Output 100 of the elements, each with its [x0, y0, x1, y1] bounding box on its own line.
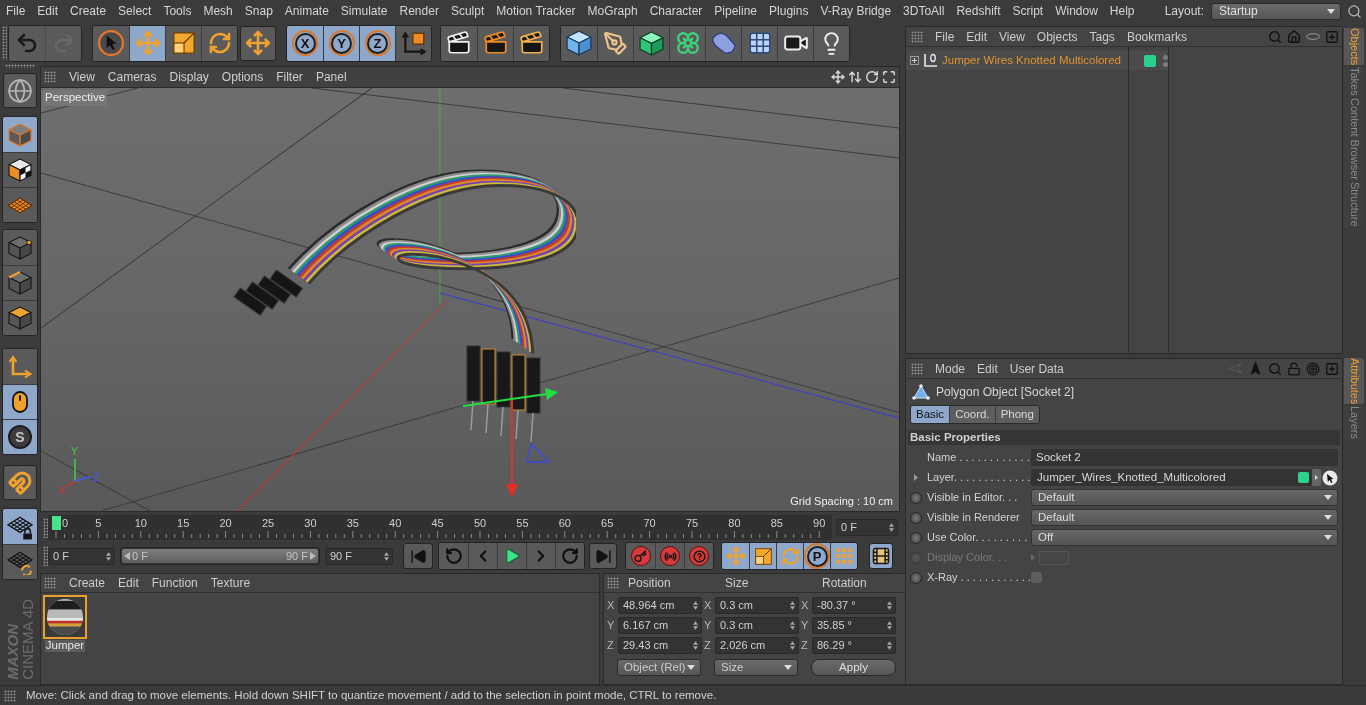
key-scale-button[interactable] — [749, 543, 776, 569]
spinner-arrows-icon[interactable] — [384, 551, 389, 561]
spinner-arrows-icon[interactable] — [887, 601, 892, 610]
cursor-circle-icon[interactable] — [1322, 469, 1338, 486]
right-triangle-icon[interactable] — [310, 552, 316, 560]
menu-item[interactable]: Pipeline — [714, 5, 758, 17]
menu-item[interactable]: Snap — [244, 5, 273, 17]
number-field[interactable]: 6.167 cm — [618, 617, 702, 634]
menu-item[interactable]: Edit — [118, 577, 139, 589]
menu-item[interactable]: Animate — [284, 5, 329, 17]
text-field[interactable]: Socket 2 — [1031, 449, 1338, 466]
workplane-button[interactable] — [3, 187, 37, 222]
coordinate-mode-dropdown[interactable]: Object (Rel) — [617, 659, 701, 676]
number-field[interactable]: 48.964 cm — [618, 597, 702, 614]
up-down-arrows-icon[interactable] — [848, 70, 862, 84]
number-field[interactable]: 90 F — [325, 547, 393, 565]
oval-icon[interactable] — [1306, 33, 1320, 40]
panel-grip-icon[interactable] — [44, 71, 56, 83]
menu-item[interactable]: Tags — [1089, 30, 1115, 43]
menu-item[interactable]: View — [69, 71, 95, 83]
snap-button[interactable] — [3, 465, 37, 500]
tab[interactable]: Basic — [911, 406, 950, 423]
render-settings-button[interactable] — [513, 25, 549, 61]
panel-grip-icon[interactable] — [911, 30, 923, 43]
timeline-ruler[interactable]: 0 5 10 15 20 25 30 35 40 45 50 55 60 65 70 75 80 85 90 — [48, 515, 832, 540]
menu-item[interactable]: Create — [69, 577, 106, 589]
number-field[interactable]: 2.026 cm — [715, 637, 799, 654]
go-start-button[interactable] — [403, 543, 433, 569]
panel-grip-icon[interactable] — [4, 689, 16, 702]
world-button[interactable] — [3, 73, 37, 108]
material-item[interactable]: Jumper — [43, 595, 87, 655]
layer-link-field[interactable]: Jumper_Wires_Knotted_Multicolored — [1031, 469, 1312, 486]
menu-item[interactable]: File — [935, 30, 955, 43]
number-field[interactable]: 35.85 ° — [812, 617, 896, 634]
number-field[interactable]: -80.37 ° — [812, 597, 896, 614]
dropdown[interactable]: Off — [1031, 529, 1338, 546]
key-points-button[interactable] — [830, 543, 857, 569]
menu-item[interactable]: View — [999, 30, 1025, 43]
panel-grip-icon[interactable] — [607, 577, 619, 589]
panel-grip-icon[interactable] — [2, 26, 7, 60]
checkbox[interactable] — [1031, 572, 1042, 583]
number-field[interactable]: 0.3 cm — [715, 617, 799, 634]
spinner-arrows-icon[interactable] — [889, 523, 894, 532]
key-rotation-button[interactable] — [776, 543, 803, 569]
size-mode-dropdown[interactable]: Size — [714, 659, 798, 676]
menu-item[interactable]: Filter — [276, 71, 303, 83]
menu-item[interactable]: Window — [1055, 5, 1098, 17]
menu-item[interactable]: Edit — [966, 30, 988, 43]
menu-item[interactable]: Render — [399, 5, 439, 17]
menu-item[interactable]: File — [6, 5, 26, 17]
menu-item[interactable]: Simulate — [340, 5, 388, 17]
light-button[interactable] — [813, 25, 849, 61]
menu-item[interactable]: Texture — [210, 577, 251, 589]
menu-item[interactable]: Objects — [1036, 30, 1078, 43]
tweak-button[interactable] — [3, 384, 37, 419]
menu-item[interactable]: Edit — [37, 5, 59, 17]
go-end-button[interactable] — [589, 543, 617, 569]
apply-button[interactable]: Apply — [811, 659, 896, 676]
panel-grip-icon[interactable] — [43, 517, 48, 538]
spinner-arrows-icon[interactable] — [790, 601, 795, 610]
number-field[interactable]: 86.29 ° — [812, 637, 896, 654]
solo-button[interactable]: S — [3, 419, 37, 454]
playhead-marker[interactable] — [52, 516, 61, 530]
dropdown[interactable]: Default — [1031, 509, 1338, 526]
menu-item[interactable]: Mode — [935, 362, 966, 375]
spinner-arrows-icon[interactable] — [693, 621, 698, 630]
maximize-icon[interactable] — [882, 70, 896, 84]
panel-grip-icon[interactable] — [911, 362, 923, 375]
number-field[interactable]: 0 F — [836, 519, 898, 536]
menu-item[interactable]: Plugins — [769, 5, 809, 17]
layer-color-icon[interactable] — [1144, 54, 1156, 67]
search-icon[interactable] — [1347, 3, 1362, 19]
menu-item[interactable]: Create — [70, 5, 107, 17]
number-field[interactable]: 29.43 cm — [618, 637, 702, 654]
dropdown[interactable]: Default — [1031, 489, 1338, 506]
timeline-window-button[interactable] — [869, 543, 893, 569]
expand-triangle-icon[interactable] — [914, 474, 918, 481]
viewport-canvas[interactable]: Perspective Y Z X Grid Spacing : 10 cm — [41, 87, 899, 511]
keyframe-selection-button[interactable] — [684, 543, 713, 569]
panel-grip-icon[interactable] — [5, 64, 35, 68]
grid-lock-button[interactable] — [3, 509, 37, 544]
menu-item[interactable]: Bookmarks — [1126, 30, 1187, 43]
menu-item[interactable]: V-Ray Bridge — [820, 5, 892, 17]
menu-item[interactable]: Display — [169, 71, 209, 83]
spinner-arrows-icon[interactable] — [887, 621, 892, 630]
rotate-arrow-icon[interactable] — [865, 70, 879, 84]
menu-item[interactable]: Motion Tracker — [496, 5, 576, 17]
pan-arrows-icon[interactable] — [831, 70, 845, 84]
menu-item[interactable]: 3DToAll — [903, 5, 945, 17]
menu-item[interactable]: Edit — [977, 362, 998, 375]
menu-item[interactable]: Select — [118, 5, 152, 17]
move-button[interactable] — [129, 25, 165, 61]
left-triangle-icon[interactable] — [124, 552, 130, 560]
tab[interactable]: Coord. — [949, 406, 995, 423]
layout-dropdown[interactable]: Startup — [1211, 2, 1341, 20]
panel-grip-icon[interactable] — [43, 546, 48, 566]
spinner-arrows-icon[interactable] — [693, 601, 698, 610]
layer-menu-button[interactable] — [1312, 469, 1321, 486]
axis-move-button[interactable] — [240, 25, 276, 61]
menu-item[interactable]: Tools — [163, 5, 192, 17]
